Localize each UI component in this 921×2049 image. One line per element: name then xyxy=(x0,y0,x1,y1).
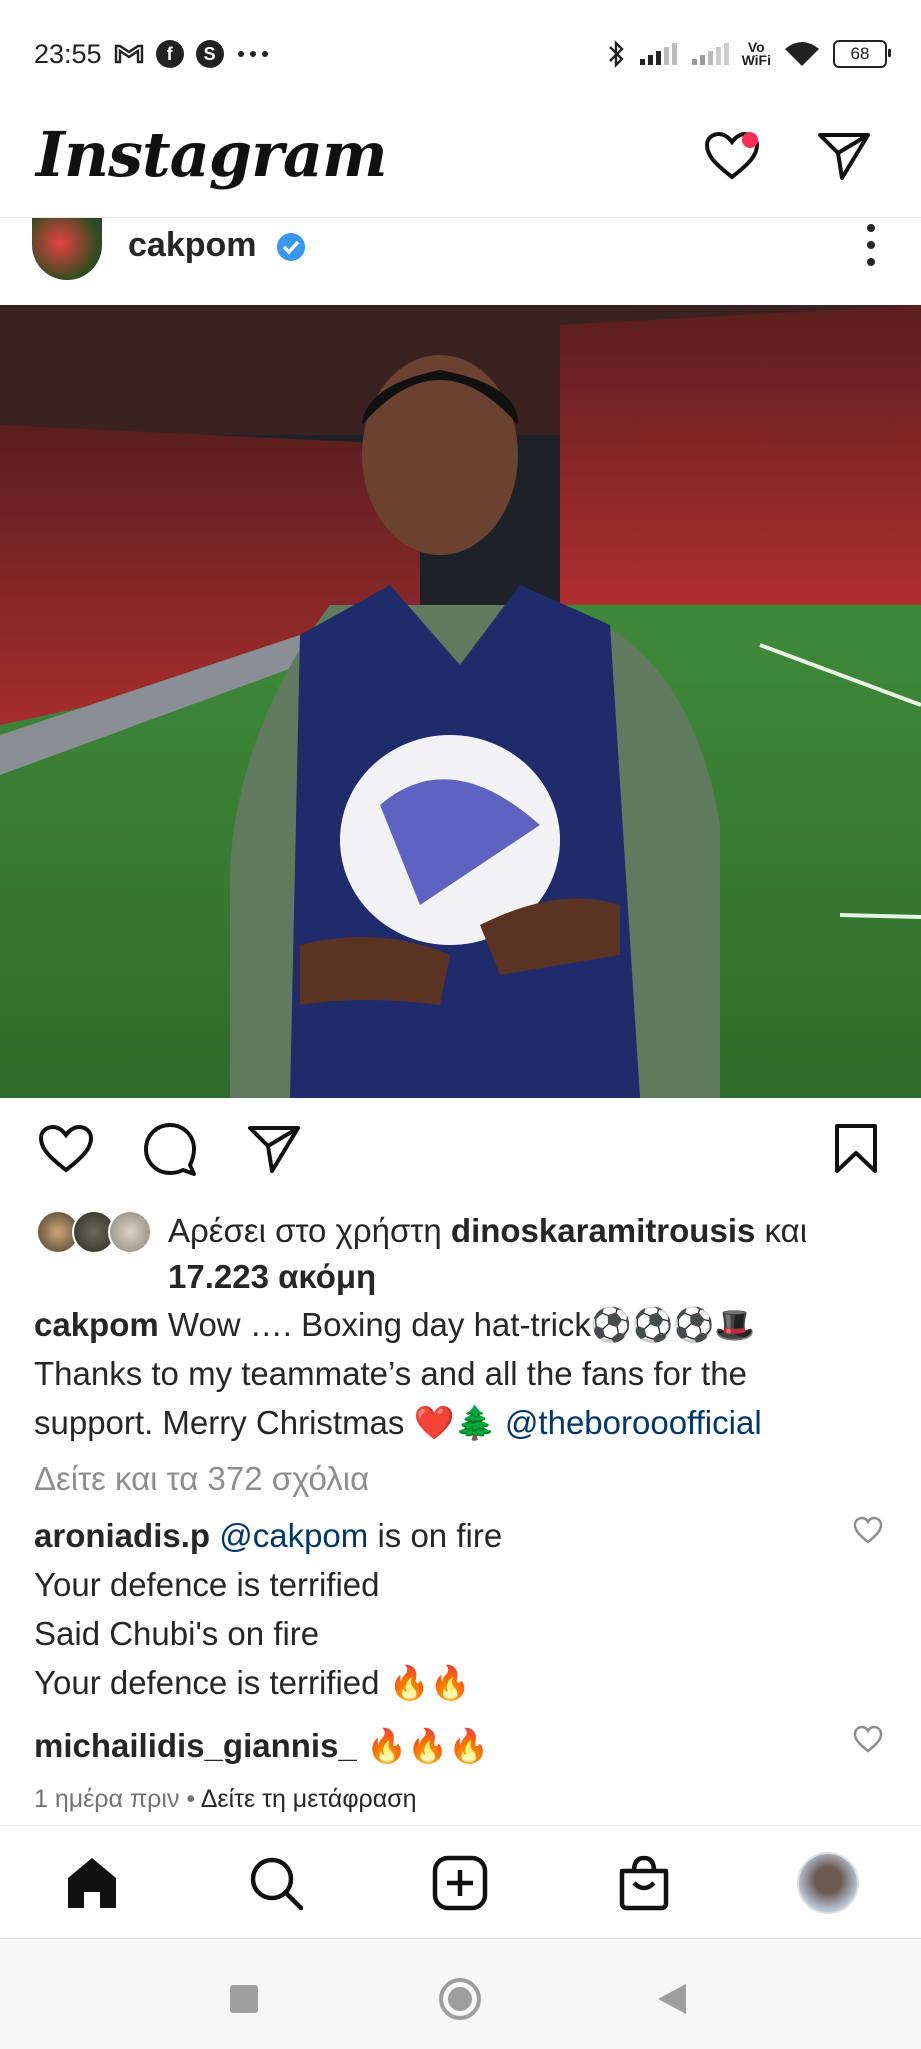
post-time: 1 ημέρα πριν xyxy=(34,1785,180,1813)
comment-mention[interactable]: @cakpom xyxy=(219,1517,368,1554)
nav-shop[interactable] xyxy=(612,1851,676,1915)
comment-line: michailidis_giannis_ 🔥🔥🔥 xyxy=(34,1721,854,1770)
vowifi-icon: Vo WiFi xyxy=(741,39,771,68)
post-options-icon[interactable] xyxy=(861,222,881,268)
home-icon xyxy=(68,1858,116,1908)
notification-dot xyxy=(742,132,758,148)
caption-text: Wow …. Boxing day hat-trick⚽⚽⚽🎩 xyxy=(158,1306,756,1343)
post-meta: 1 ημέρα πριν • Δείτε τη μετάφραση xyxy=(34,1785,417,1814)
liker-avatar xyxy=(108,1210,152,1254)
shop-icon xyxy=(619,1855,669,1911)
square-icon xyxy=(230,1985,258,2013)
back-button[interactable] xyxy=(650,1977,694,2021)
comment-item: aroniadis.p @cakpom is on fire Your defe… xyxy=(34,1511,854,1707)
comment-line: aroniadis.p @cakpom is on fire xyxy=(34,1511,854,1560)
profile-avatar xyxy=(797,1852,859,1914)
home-button[interactable] xyxy=(438,1977,482,2021)
caption-username[interactable]: cakpom xyxy=(34,1306,159,1343)
send-icon xyxy=(248,1126,300,1173)
status-bar: 23:55 f S Vo WiFi 68 xyxy=(0,0,921,108)
add-post-icon xyxy=(432,1855,488,1911)
save-button[interactable] xyxy=(826,1119,886,1179)
likes-prefix: Αρέσει στο χρήστη xyxy=(168,1212,451,1249)
comment-text: 🔥🔥🔥 xyxy=(356,1727,490,1764)
facebook-icon: f xyxy=(155,40,184,68)
battery-level: 68 xyxy=(850,44,870,63)
comment-username[interactable]: aroniadis.p xyxy=(34,1517,210,1554)
bottom-navigation xyxy=(0,1825,921,1941)
circle-home-icon xyxy=(439,1978,481,2020)
nav-home[interactable] xyxy=(60,1851,124,1915)
meta-separator: • xyxy=(179,1785,201,1813)
see-translation-link[interactable]: Δείτε τη μετάφραση xyxy=(201,1785,417,1813)
comment-like-icon[interactable] xyxy=(853,1515,883,1545)
comment-icon xyxy=(144,1123,196,1176)
more-dots-icon xyxy=(236,49,270,59)
share-button[interactable] xyxy=(244,1119,304,1179)
nav-create[interactable] xyxy=(428,1851,492,1915)
post-caption: cakpom Wow …. Boxing day hat-trick⚽⚽⚽🎩 T… xyxy=(34,1300,894,1447)
battery-icon: 68 xyxy=(833,40,891,68)
shazam-icon: S xyxy=(195,40,224,68)
caption-line: cakpom Wow …. Boxing day hat-trick⚽⚽⚽🎩 xyxy=(34,1300,894,1349)
bluetooth-icon xyxy=(606,39,626,69)
verified-badge-icon xyxy=(277,233,305,261)
liker-avatars xyxy=(36,1210,156,1256)
status-bar-left: 23:55 f S xyxy=(34,39,270,70)
instagram-logo[interactable]: Instagram xyxy=(36,118,388,191)
nav-profile[interactable] xyxy=(796,1851,860,1915)
comment-text: is on fire xyxy=(368,1517,503,1554)
like-button[interactable] xyxy=(36,1119,96,1179)
caption-line: support. Merry Christmas ❤️🌲 @theborooof… xyxy=(34,1398,894,1447)
comment-like-icon[interactable] xyxy=(853,1724,883,1754)
view-all-comments-link[interactable]: Δείτε και τα 372 σχόλια xyxy=(34,1460,369,1498)
status-bar-right: Vo WiFi 68 xyxy=(606,39,891,69)
bookmark-icon xyxy=(835,1124,877,1173)
post-actions xyxy=(0,1115,921,1185)
comment-username[interactable]: michailidis_giannis_ xyxy=(34,1727,357,1764)
gmail-icon xyxy=(114,42,144,66)
heart-icon xyxy=(38,1124,94,1173)
send-icon xyxy=(818,133,870,180)
activity-button[interactable] xyxy=(700,124,764,188)
likes-summary[interactable]: Αρέσει στο χρήστη dinoskaramitrousis και… xyxy=(36,1208,886,1300)
search-icon xyxy=(250,1857,304,1911)
likes-count[interactable]: 17.223 ακόμη xyxy=(36,1254,886,1300)
recents-button[interactable] xyxy=(222,1977,266,2021)
signal-icon xyxy=(690,41,730,67)
comment-button[interactable] xyxy=(140,1119,200,1179)
back-triangle-icon xyxy=(658,1984,686,2014)
comment-line: Your defence is terrified xyxy=(34,1566,380,1603)
caption-mention[interactable]: @theborooofficial xyxy=(505,1404,762,1441)
post-header: cakpom xyxy=(0,218,921,304)
liker-username[interactable]: dinoskaramitrousis xyxy=(451,1212,755,1249)
post-author-username[interactable]: cakpom xyxy=(128,226,257,265)
direct-messages-button[interactable] xyxy=(812,124,876,188)
comment-line: Said Chubi's on fire xyxy=(34,1615,320,1652)
comment-line: Your defence is terrified 🔥🔥 xyxy=(34,1664,471,1701)
post-image[interactable] xyxy=(0,305,921,1098)
status-time: 23:55 xyxy=(34,38,102,69)
app-header: Instagram xyxy=(0,108,921,218)
system-navigation-bar xyxy=(0,1938,921,2049)
post-author-avatar[interactable] xyxy=(32,218,102,280)
likes-suffix: και xyxy=(755,1212,808,1249)
caption-line: Thanks to my teammate’s and all the fans… xyxy=(34,1355,747,1392)
caption-text: support. Merry Christmas ❤️🌲 xyxy=(34,1404,505,1441)
comment-item: michailidis_giannis_ 🔥🔥🔥 xyxy=(34,1721,854,1770)
signal-icon xyxy=(638,41,678,67)
wifi-icon xyxy=(783,40,821,68)
likes-line: Αρέσει στο χρήστη dinoskaramitrousis και xyxy=(36,1208,886,1254)
nav-search[interactable] xyxy=(244,1851,308,1915)
